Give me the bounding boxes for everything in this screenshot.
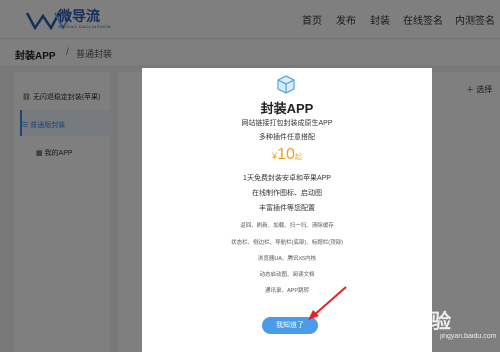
modal-icon-maker: 在线制作图标、启动图 [252,190,322,197]
modal-free-trial: 1天免费封装安卓和苹果APP [243,175,331,182]
watermark-text: Bai经验 [380,311,452,333]
watermark-subtext: jingyan.baidu.com [440,333,497,340]
feature-item: 浏览器UA、腾讯X5内核 [257,256,317,262]
modal-plugins-config: 丰富插件等您配置 [259,205,315,212]
feature-item: 通讯录、APP跳转 [264,288,309,294]
modal-price: ¥10起 [142,146,432,164]
got-it-button[interactable]: 我知道了 [262,317,318,334]
cube-icon [277,75,295,94]
modal-title: 封装APP [260,101,314,116]
feature-item: 返回、刷新、加载、扫一扫、清除缓存 [240,223,334,229]
feature-item: 状态栏、侧边栏、导航栏(底部)、标题栏(顶部) [231,240,343,246]
modal-description: 网站链接打包封装成原生APP [241,120,333,127]
modal-plugins-note: 多种插件任意搭配 [259,134,315,141]
price-suffix: 起 [294,154,302,161]
price-value: 10 [277,146,295,163]
feature-item: 动态启动图、阅读文档 [259,272,315,278]
